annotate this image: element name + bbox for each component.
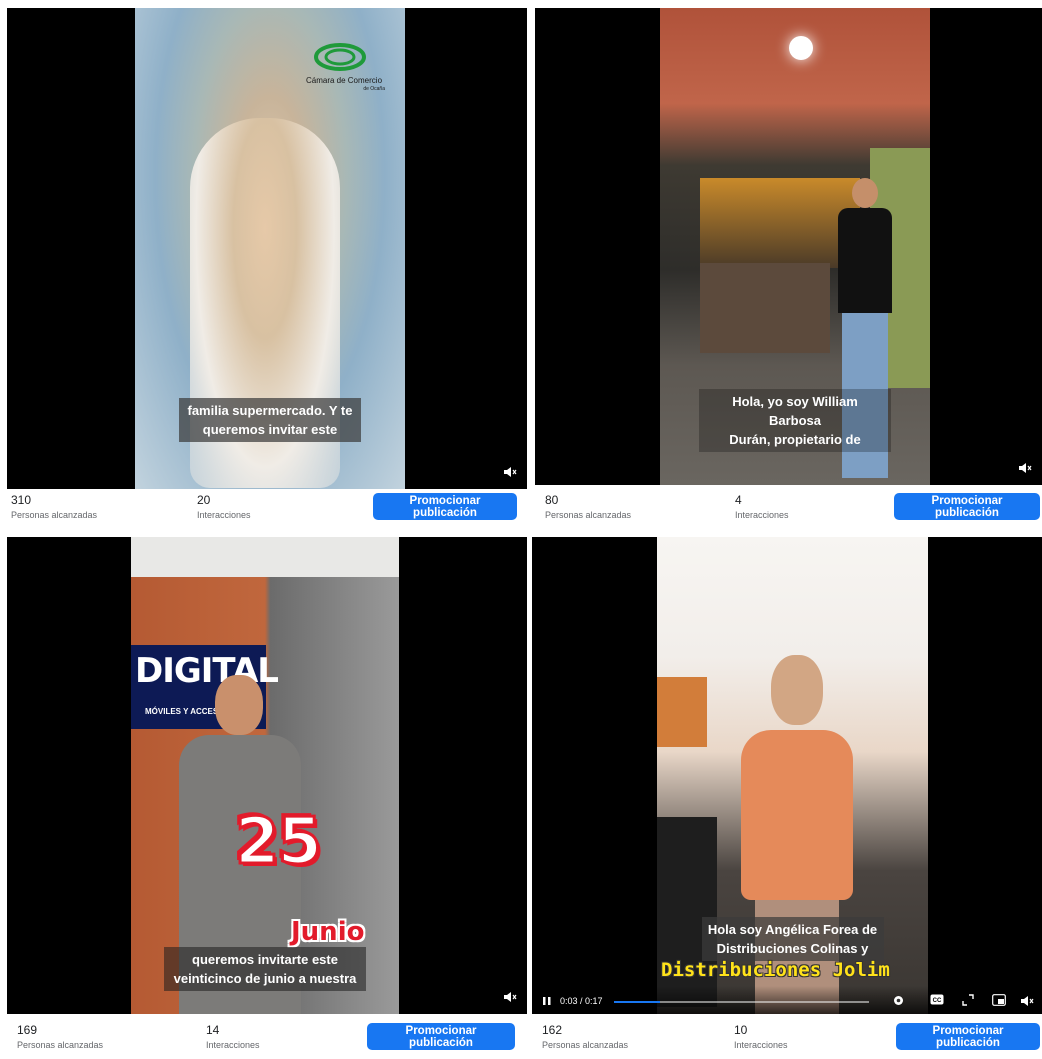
- interactions-label: Interacciones: [197, 510, 251, 520]
- interactions-value: 10: [734, 1023, 748, 1037]
- reach-label: Personas alcanzadas: [545, 510, 632, 520]
- fullscreen-icon[interactable]: [962, 994, 974, 1006]
- post-stats: 80 Personas alcanzadas 4 Interacciones P…: [535, 485, 1042, 529]
- interactions-stat: 4 Interacciones: [735, 493, 789, 521]
- reach-label: Personas alcanzadas: [542, 1040, 629, 1050]
- promote-post-button[interactable]: Promocionar publicación: [373, 493, 517, 520]
- promote-post-button[interactable]: Promocionar publicación: [894, 493, 1040, 520]
- interactions-value: 20: [197, 493, 211, 507]
- pause-icon[interactable]: [542, 996, 552, 1006]
- reach-value: 169: [17, 1023, 38, 1037]
- logo-text: Cámara de Comercio: [305, 76, 383, 85]
- gear-icon[interactable]: [892, 994, 905, 1007]
- picture-in-picture-icon[interactable]: [992, 994, 1006, 1006]
- svg-text:CC: CC: [933, 998, 942, 1004]
- reach-value: 162: [542, 1023, 563, 1037]
- speaker-muted-icon[interactable]: [503, 465, 517, 479]
- logo-subtext: de Ocaña: [363, 86, 385, 92]
- video-frame: Hola soy Angélica Forea de Distribucione…: [657, 537, 928, 1014]
- promote-post-button[interactable]: Promocionar publicación: [367, 1023, 515, 1050]
- video-caption: queremos invitarte este veinticinco de j…: [164, 947, 366, 991]
- post-card-1: Cámara de Comercio de Ocaña familia supe…: [7, 8, 527, 529]
- interactions-stat: 14 Interacciones: [206, 1023, 260, 1051]
- reach-value: 80: [545, 493, 559, 507]
- post-card-4: Hola soy Angélica Forea de Distribucione…: [532, 537, 1042, 1059]
- video-player-2[interactable]: Hola, yo soy William Barbosa Durán, prop…: [535, 8, 1042, 485]
- speaker-muted-icon[interactable]: [1020, 994, 1034, 1008]
- interactions-stat: 10 Interacciones: [734, 1023, 788, 1051]
- logo-icon: [313, 42, 367, 72]
- title-overlay: Distribuciones Jolim: [661, 959, 890, 981]
- progress-fill: [614, 1001, 660, 1003]
- interactions-label: Interacciones: [206, 1040, 260, 1050]
- speaker-muted-icon[interactable]: [1018, 461, 1032, 475]
- shelf-left: [657, 677, 707, 747]
- reach-value: 310: [11, 493, 32, 507]
- counter: [700, 263, 830, 353]
- reach-stat: 310 Personas alcanzadas: [11, 493, 97, 521]
- video-player-4[interactable]: Hola soy Angélica Forea de Distribucione…: [532, 537, 1042, 1014]
- post-card-2: Hola, yo soy William Barbosa Durán, prop…: [535, 8, 1042, 529]
- promote-post-button[interactable]: Promocionar publicación: [896, 1023, 1040, 1050]
- date-number: 25: [233, 804, 323, 881]
- reach-stat: 80 Personas alcanzadas: [545, 493, 631, 521]
- video-frame: Cámara de Comercio de Ocaña familia supe…: [135, 8, 405, 489]
- reach-stat: 169 Personas alcanzadas: [17, 1023, 103, 1051]
- post-stats: 310 Personas alcanzadas 20 Interacciones…: [7, 485, 527, 529]
- post-stats: 169 Personas alcanzadas 14 Interacciones…: [7, 1015, 527, 1059]
- speaker-muted-icon[interactable]: [503, 990, 517, 1004]
- video-controls: 0:03 / 0:17 CC: [532, 986, 1042, 1014]
- interactions-label: Interacciones: [734, 1040, 788, 1050]
- reach-label: Personas alcanzadas: [11, 510, 98, 520]
- interactions-value: 14: [206, 1023, 220, 1037]
- video-player-1[interactable]: Cámara de Comercio de Ocaña familia supe…: [7, 8, 527, 489]
- post-card-3: DIGITAL MÓVILES Y ACCESOR 25 Junio quere…: [7, 537, 527, 1059]
- video-frame: DIGITAL MÓVILES Y ACCESOR 25 Junio quere…: [131, 537, 399, 1014]
- reach-stat: 162 Personas alcanzadas: [542, 1023, 628, 1051]
- reach-label: Personas alcanzadas: [17, 1040, 104, 1050]
- playback-time: 0:03 / 0:17: [560, 996, 603, 1006]
- progress-track[interactable]: [614, 1001, 869, 1003]
- interactions-label: Interacciones: [735, 510, 789, 520]
- interactions-stat: 20 Interacciones: [197, 493, 251, 521]
- video-player-3[interactable]: DIGITAL MÓVILES Y ACCESOR 25 Junio quere…: [7, 537, 527, 1014]
- interactions-value: 4: [735, 493, 742, 507]
- video-caption: Hola, yo soy William Barbosa Durán, prop…: [699, 389, 891, 452]
- video-caption: familia supermercado. Y te queremos invi…: [179, 398, 361, 442]
- ceiling-light: [789, 36, 813, 60]
- closed-captions-icon[interactable]: CC: [930, 994, 944, 1005]
- video-frame: Hola, yo soy William Barbosa Durán, prop…: [660, 8, 930, 485]
- post-stats: 162 Personas alcanzadas 10 Interacciones…: [532, 1015, 1042, 1059]
- date-month: Junio: [291, 917, 365, 947]
- ceiling: [131, 537, 399, 577]
- video-caption: Hola soy Angélica Forea de Distribucione…: [701, 917, 884, 961]
